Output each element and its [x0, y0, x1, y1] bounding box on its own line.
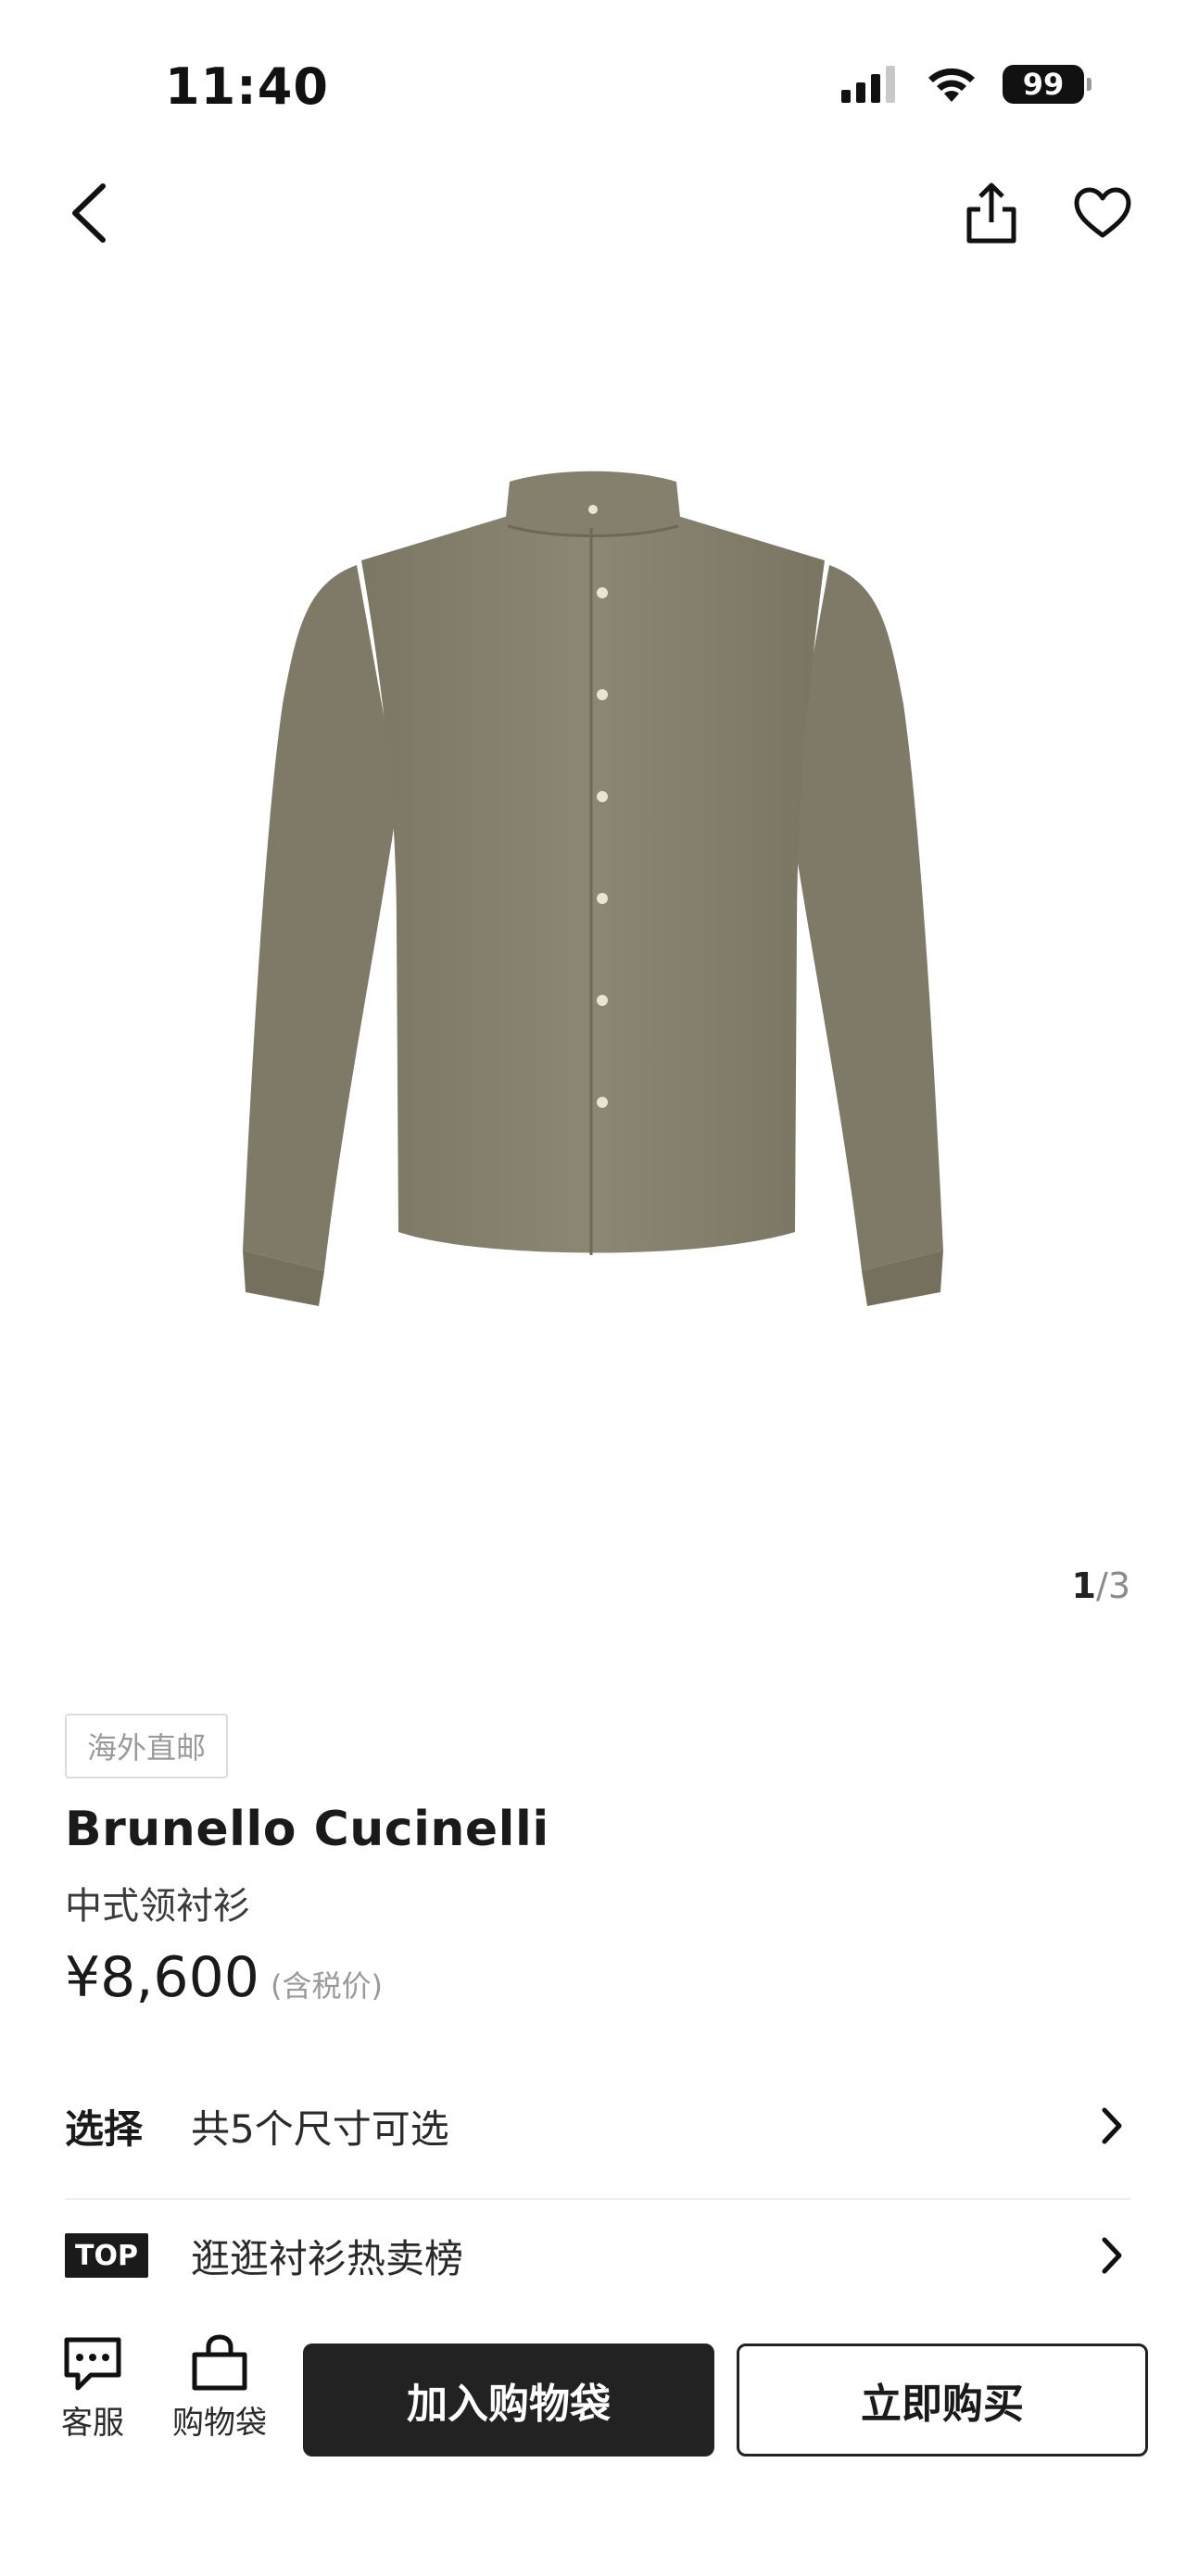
image-pager: 1/3	[1072, 1565, 1130, 1606]
shopping-bag-label: 购物袋	[172, 2405, 267, 2442]
divider	[65, 2198, 1130, 2200]
shirt-image	[243, 471, 943, 1306]
top-ranking-text: 逛逛衬衫热卖榜	[191, 2235, 464, 2281]
customer-service-label: 客服	[61, 2405, 124, 2442]
share-icon	[966, 182, 1016, 244]
brand-name[interactable]: Brunello Cucinelli	[65, 1802, 549, 1857]
pager-separator: /	[1096, 1565, 1108, 1606]
chevron-right-icon	[1093, 2103, 1130, 2149]
size-select-text: 共5个尺寸可选	[191, 2105, 449, 2152]
add-to-bag-button[interactable]: 加入购物袋	[303, 2344, 714, 2457]
wifi-icon	[928, 68, 975, 102]
customer-service-button[interactable]: 客服	[37, 2334, 148, 2464]
heart-icon	[1074, 187, 1131, 238]
product-name: 中式领衬衫	[65, 1885, 250, 1928]
status-icons: 99	[841, 65, 1091, 104]
shipping-tag: 海外直邮	[65, 1714, 229, 1778]
price-row: ¥8,600 (含税价)	[65, 1945, 383, 2010]
battery-indicator: 99	[1003, 65, 1091, 104]
top-badge: TOP	[65, 2233, 148, 2278]
size-select-row[interactable]: 选择 共5个尺寸可选	[65, 2075, 1130, 2177]
chat-bubble-icon	[64, 2337, 121, 2391]
pager-current: 1	[1071, 1565, 1096, 1606]
favorite-button[interactable]	[1066, 176, 1140, 250]
top-ranking-row[interactable]: TOP 逛逛衬衫热卖榜	[65, 2205, 1130, 2306]
shopping-bag-icon	[192, 2334, 247, 2391]
cellular-signal-icon	[841, 66, 895, 103]
tax-note: (含税价)	[270, 1968, 383, 2004]
bottom-action-bar: 客服 购物袋 加入购物袋 立即购买	[0, 2334, 1186, 2482]
status-time: 11:40	[165, 57, 329, 116]
share-button[interactable]	[959, 176, 1024, 250]
buy-now-button[interactable]: 立即购买	[737, 2344, 1148, 2457]
pager-total: 3	[1107, 1565, 1130, 1606]
chevron-right-icon	[1093, 2232, 1130, 2279]
nav-bar	[0, 176, 1186, 250]
price: ¥8,600	[65, 1945, 259, 2010]
product-image[interactable]	[0, 278, 1186, 1612]
shopping-bag-button[interactable]: 购物袋	[164, 2334, 275, 2464]
status-bar: 11:40 99	[0, 0, 1186, 176]
back-button[interactable]	[56, 176, 120, 250]
chevron-left-icon	[72, 183, 106, 243]
select-label: 选择	[65, 2105, 144, 2152]
